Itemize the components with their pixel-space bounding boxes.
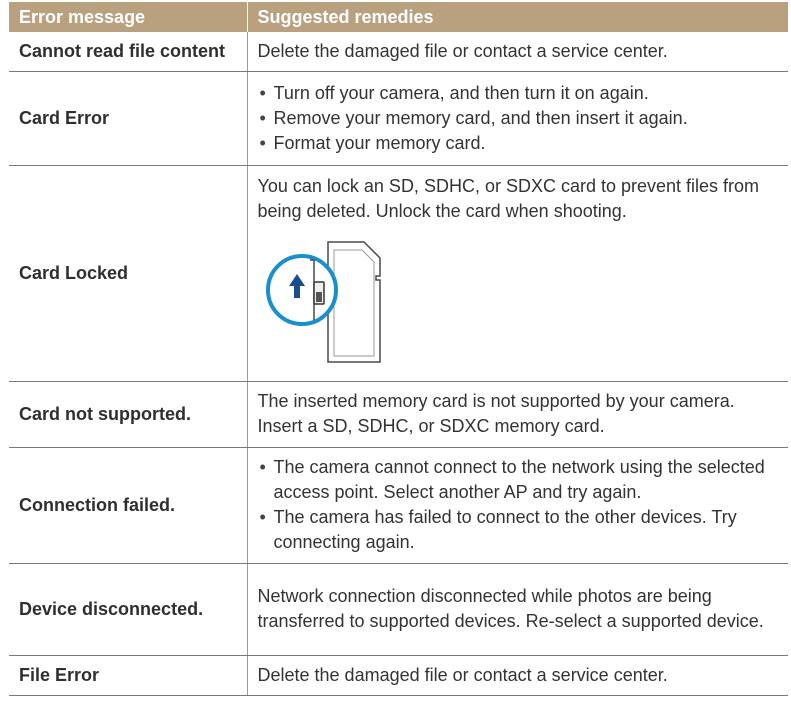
table-row: Card Error Turn off your camera, and the…	[9, 71, 788, 166]
lock-switch-slider	[315, 292, 322, 302]
error-name: Cannot read file content	[9, 32, 247, 72]
remedy-bullet: The camera has failed to connect to the …	[258, 505, 779, 555]
header-error-message: Error message	[9, 2, 247, 32]
header-suggested-remedies: Suggested remedies	[246, 2, 788, 32]
remedy-text: Network connection disconnected while ph…	[246, 563, 788, 656]
remedy-bullet: Turn off your camera, and then turn it o…	[258, 81, 779, 106]
remedy-text: You can lock an SD, SDHC, or SDXC card t…	[257, 176, 760, 221]
error-name: Card not supported.	[9, 381, 247, 448]
error-name: Card Locked	[9, 165, 247, 382]
table-row: Card not supported. The inserted memory …	[9, 381, 788, 448]
remedy-text: Delete the damaged file or contact a ser…	[246, 655, 788, 696]
table-row: File Error Delete the damaged file or co…	[9, 655, 788, 696]
remedy-cell: You can lock an SD, SDHC, or SDXC card t…	[246, 165, 788, 382]
table-header-row: Error message Suggested remedies	[9, 2, 788, 32]
remedy-bullet: Format your memory card.	[258, 131, 779, 156]
error-name: Card Error	[9, 71, 247, 166]
remedy-text: The inserted memory card is not supporte…	[246, 381, 788, 448]
table-row: Card Locked You can lock an SD, SDHC, or…	[9, 165, 788, 382]
table-row: Cannot read file content Delete the dama…	[9, 32, 788, 72]
error-name: Connection failed.	[9, 447, 247, 564]
table-row: Connection failed. The camera cannot con…	[9, 447, 788, 564]
remedy-cell: The camera cannot connect to the network…	[246, 447, 788, 564]
error-name: Device disconnected.	[9, 563, 247, 656]
table-row: Device disconnected. Network connection …	[9, 563, 788, 656]
error-message-table: Error message Suggested remedies Cannot …	[9, 2, 788, 696]
callout-circle	[265, 254, 338, 326]
remedy-list: The camera cannot connect to the network…	[258, 455, 779, 555]
sd-card-lock-switch-icon	[265, 241, 381, 363]
remedy-bullet: The camera cannot connect to the network…	[258, 455, 779, 505]
remedy-cell: Turn off your camera, and then turn it o…	[246, 71, 788, 166]
remedy-bullet: Remove your memory card, and then insert…	[258, 106, 779, 131]
remedy-text: Delete the damaged file or contact a ser…	[246, 32, 788, 72]
remedy-list: Turn off your camera, and then turn it o…	[258, 81, 779, 156]
error-name: File Error	[9, 655, 247, 696]
